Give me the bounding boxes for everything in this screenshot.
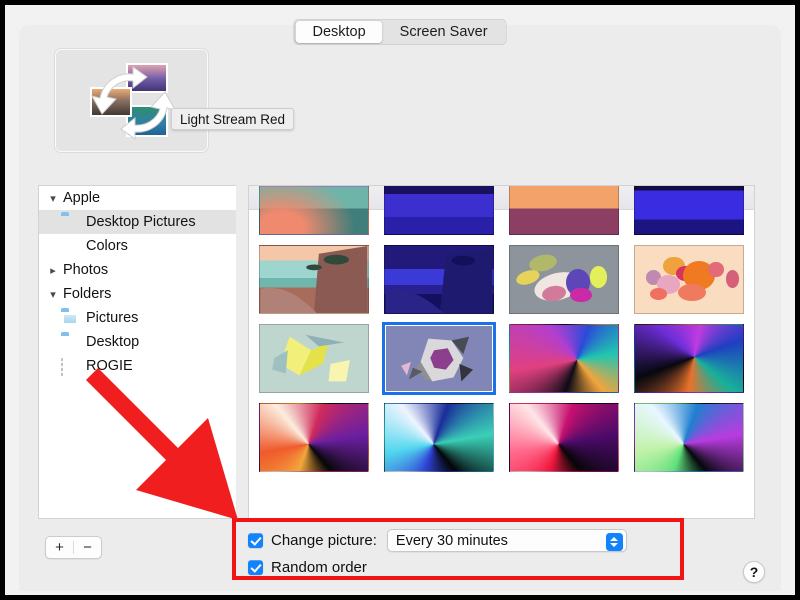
change-picture-row: Change picture: Every 30 minutes — [248, 529, 627, 552]
sidebar-item-desktop-pictures[interactable]: Desktop Pictures — [39, 210, 236, 234]
tab-screen-saver[interactable]: Screen Saver — [383, 21, 505, 43]
wallpaper-light-stream-blue[interactable] — [384, 403, 494, 472]
screenshot-root: Desktop Screen Saver — [0, 0, 800, 600]
sidebar-item-apple[interactable]: ▾ Apple — [39, 186, 236, 210]
wallpaper-desert-night-blue[interactable] — [384, 185, 494, 235]
wallpaper-pebbles-gray[interactable] — [509, 245, 619, 314]
folder-icon — [61, 335, 80, 350]
change-picture-interval-value: Every 30 minutes — [396, 533, 508, 549]
wallpaper-polyhedron-gray[interactable] — [384, 324, 494, 393]
wallpaper-desert-dusk-teal[interactable] — [259, 185, 369, 235]
add-folder-button[interactable]: + — [46, 537, 73, 558]
wallpaper-row — [259, 185, 744, 235]
wallpaper-grid — [249, 185, 754, 472]
wallpaper-desert-midnight[interactable] — [634, 185, 744, 235]
disclosure-open-icon[interactable]: ▾ — [45, 288, 61, 301]
folder-pictures-icon — [61, 311, 80, 326]
random-order-row: Random order — [248, 556, 627, 579]
wallpaper-grid-panel[interactable]: Desktop Pictures — [248, 185, 755, 519]
sidebar-item-colors[interactable]: Colors — [39, 234, 236, 258]
sidebar-item-label: Apple — [61, 190, 100, 206]
folder-empty-icon — [61, 359, 80, 374]
change-picture-interval-select[interactable]: Every 30 minutes — [387, 529, 627, 552]
preview-tooltip-label: Light Stream Red — [180, 112, 285, 127]
wallpaper-pebbles-peach[interactable] — [634, 245, 744, 314]
tab-screen-saver-label: Screen Saver — [400, 24, 488, 40]
help-label: ? — [750, 564, 759, 580]
sidebar-item-pictures[interactable]: Pictures — [39, 306, 236, 330]
tab-desktop[interactable]: Desktop — [295, 21, 382, 43]
add-remove-folder-buttons[interactable]: + − — [45, 536, 102, 559]
sidebar-item-photos[interactable]: ▸ Photos — [39, 258, 236, 282]
folder-icon — [61, 215, 80, 230]
random-order-label: Random order — [271, 559, 367, 576]
polyhedron-art — [385, 325, 493, 392]
desktop-options-bar: Change picture: Every 30 minutes Random … — [248, 529, 627, 579]
wallpaper-light-stream-green[interactable] — [634, 403, 744, 472]
disclosure-closed-icon[interactable]: ▸ — [45, 264, 61, 277]
wallpaper-big-sur-night[interactable] — [384, 245, 494, 314]
chevron-updown-icon[interactable] — [606, 533, 623, 551]
disclosure-open-icon[interactable]: ▾ — [45, 192, 61, 205]
remove-folder-button[interactable]: − — [74, 537, 101, 558]
change-picture-label: Change picture: — [271, 532, 377, 549]
red-pointer-arrow — [80, 360, 280, 530]
sidebar-item-label: Folders — [61, 286, 111, 302]
big-sur-day-art — [260, 246, 368, 313]
sidebar-item-label: Desktop Pictures — [86, 214, 196, 230]
sidebar-item-label: Desktop — [86, 334, 139, 350]
wallpaper-row — [259, 324, 744, 393]
big-sur-night-art — [385, 246, 493, 313]
tab-desktop-label: Desktop — [312, 24, 365, 40]
change-picture-checkbox[interactable] — [248, 533, 263, 548]
wallpaper-row — [259, 245, 744, 314]
wallpaper-desert-sunset[interactable] — [509, 185, 619, 235]
sidebar-item-label: Photos — [61, 262, 108, 278]
sidebar-item-desktop[interactable]: Desktop — [39, 330, 236, 354]
wallpaper-light-stream-violet[interactable] — [634, 324, 744, 393]
sidebar-item-label: Pictures — [86, 310, 138, 326]
preview-tooltip: Light Stream Red — [171, 108, 294, 130]
wallpaper-light-stream-pink[interactable] — [509, 324, 619, 393]
random-order-checkbox[interactable] — [248, 560, 263, 575]
color-wheel-icon — [61, 239, 80, 254]
help-button[interactable]: ? — [743, 561, 765, 583]
tab-bar: Desktop Screen Saver — [293, 19, 506, 45]
current-desktop-preview[interactable] — [54, 48, 209, 153]
wallpaper-row — [259, 403, 744, 472]
sidebar-item-label: Colors — [86, 238, 128, 254]
wallpaper-big-sur-day[interactable] — [259, 245, 369, 314]
sidebar-item-folders[interactable]: ▾ Folders — [39, 282, 236, 306]
rotating-pictures-icon — [83, 62, 183, 142]
wallpaper-light-stream-red[interactable] — [509, 403, 619, 472]
